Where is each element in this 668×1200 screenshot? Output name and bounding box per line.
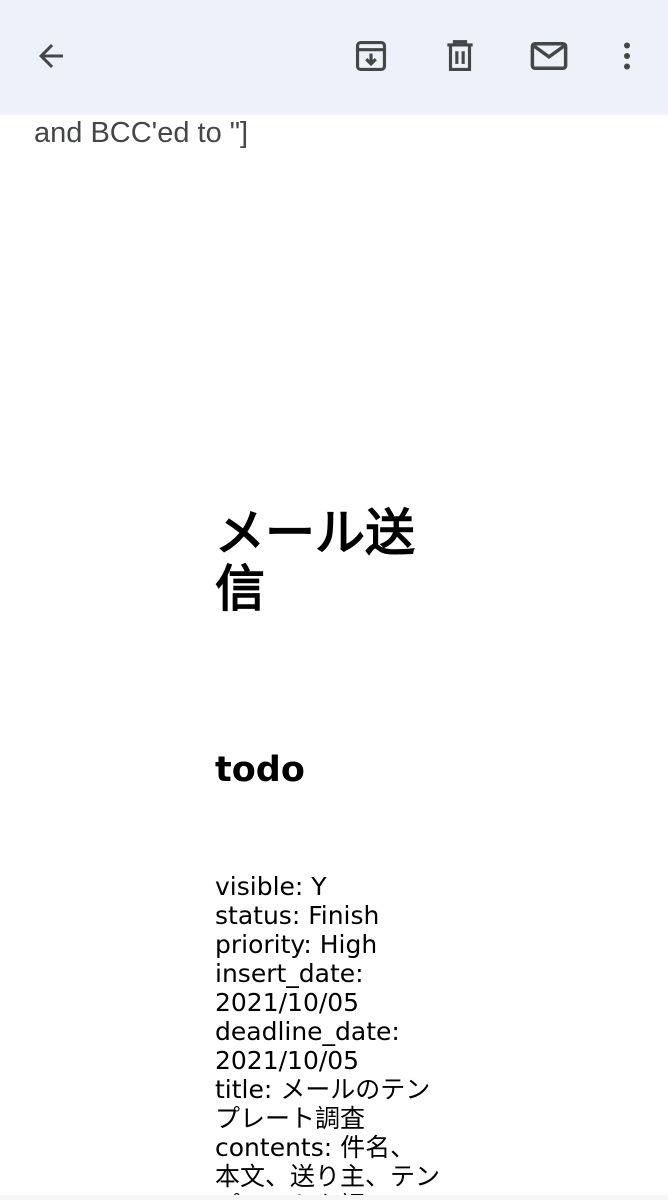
field-visible: visible: Y bbox=[215, 872, 327, 901]
more-options-button[interactable] bbox=[602, 31, 652, 81]
archive-button[interactable] bbox=[346, 31, 396, 81]
message-document: メール送信 todo visible: Y status: Finish pri… bbox=[215, 504, 440, 1200]
mail-icon bbox=[530, 42, 568, 70]
mark-unread-button[interactable] bbox=[524, 31, 574, 81]
field-contents: contents: 件名、本文、送り主、テンプレートを調べ bbox=[215, 1133, 441, 1200]
message-snippet: and BCC'ed to "] bbox=[34, 117, 249, 149]
field-deadline-date: deadline_date: 2021/10/05 bbox=[215, 1017, 400, 1075]
field-insert-date: insert_date: 2021/10/05 bbox=[215, 959, 364, 1017]
more-vert-icon bbox=[624, 42, 630, 70]
top-app-bar bbox=[0, 0, 668, 115]
message-subheading: todo bbox=[215, 750, 305, 790]
delete-icon bbox=[447, 40, 473, 72]
field-priority: priority: High bbox=[215, 930, 378, 959]
todo-field-list: visible: Y status: Finish priority: High… bbox=[215, 872, 440, 1200]
back-button[interactable] bbox=[26, 31, 76, 81]
bottom-edge bbox=[0, 1195, 668, 1200]
message-heading: メール送信 bbox=[215, 504, 415, 618]
field-title: title: メールのテンプレート調査 bbox=[215, 1075, 431, 1133]
back-arrow-icon bbox=[39, 44, 63, 68]
delete-button[interactable] bbox=[435, 31, 485, 81]
message-body[interactable]: and BCC'ed to "] メール送信 todo visible: Y s… bbox=[0, 115, 668, 1200]
field-status: status: Finish bbox=[215, 901, 380, 930]
archive-icon bbox=[355, 40, 387, 72]
